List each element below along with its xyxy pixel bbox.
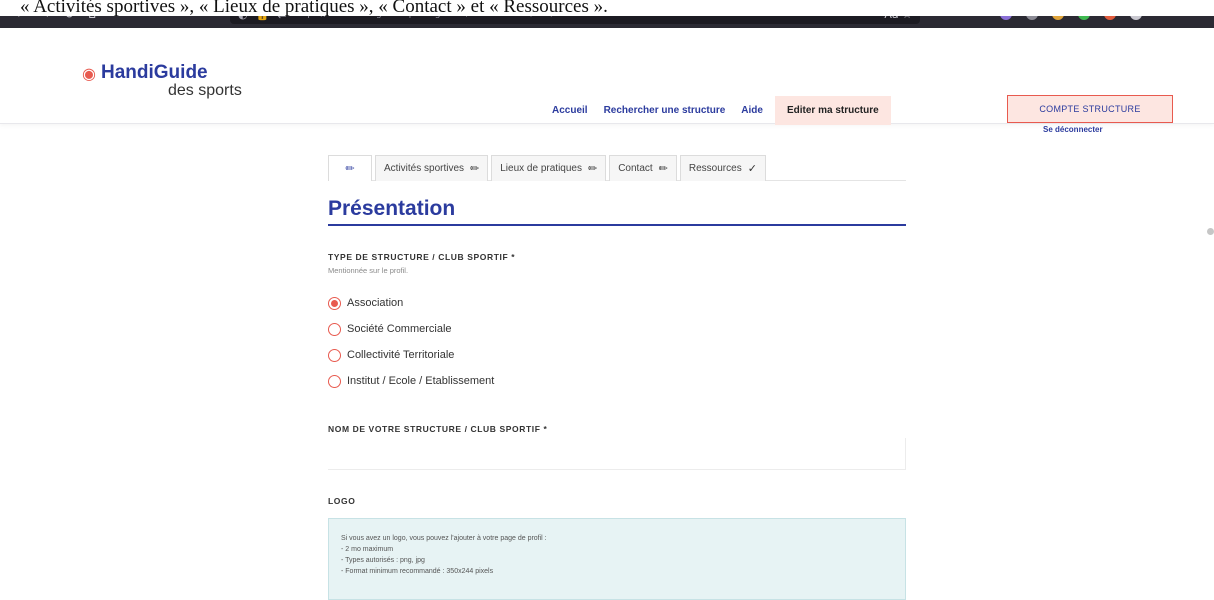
structure-name-label: NOM DE VOTRE STRUCTURE / CLUB SPORTIF * <box>328 424 548 434</box>
logo-info-line: - Format minimum recommandé : 350x244 pi… <box>341 568 494 575</box>
logo-info-line: - Types autorisés : png, jpg <box>341 557 425 564</box>
radio-option-association[interactable]: Association <box>328 290 494 316</box>
structure-type-radio-group: Association Société Commerciale Collecti… <box>328 290 494 394</box>
structure-type-help: Mentionnée sur le profil. <box>328 266 409 275</box>
radio-button[interactable] <box>328 348 341 362</box>
tab-label: Contact <box>618 163 653 174</box>
structure-name-input[interactable] <box>328 438 906 470</box>
tab-label: Ressources <box>688 163 742 174</box>
radio-button[interactable] <box>328 296 341 310</box>
logo-info-line: Si vous avez un logo, vous pouvez l'ajou… <box>341 535 547 542</box>
radio-label[interactable]: Société Commerciale <box>347 323 452 335</box>
pencil-icon: ✏ <box>658 162 668 175</box>
tab-contact[interactable]: Contact ✏ <box>609 155 677 181</box>
tab-ressources[interactable]: Ressources ✓ <box>679 155 766 181</box>
section-divider <box>328 224 906 226</box>
tab-label: Activités sportives <box>384 163 465 174</box>
radio-label[interactable]: Association <box>347 297 403 309</box>
check-icon: ✓ <box>747 162 757 175</box>
logo-title: HandiGuide <box>101 62 208 83</box>
nav-home-link[interactable]: Accueil <box>552 105 588 116</box>
radio-option-societe-commerciale[interactable]: Société Commerciale <box>328 316 494 342</box>
pencil-icon: ✏ <box>587 162 598 175</box>
tab-activites-sportives[interactable]: Activités sportives ✏ <box>375 155 489 181</box>
scroll-indicator[interactable] <box>1207 228 1214 235</box>
radio-selected-dot <box>331 299 338 307</box>
logo-subtitle: des sports <box>168 82 242 99</box>
radio-button[interactable] <box>328 374 341 388</box>
radio-label[interactable]: Collectivité Territoriale <box>347 349 454 361</box>
caption-text: « Activités sportives », « Lieux de prat… <box>0 0 1214 16</box>
logo-info-line: - 2 mo maximum <box>341 546 394 553</box>
pencil-icon: ✏ <box>345 162 355 175</box>
tab-lieux-de-pratiques[interactable]: Lieux de pratiques ✏ <box>491 155 607 181</box>
tab-label: Lieux de pratiques <box>500 163 582 174</box>
nav-search-link[interactable]: Rechercher une structure <box>604 105 726 116</box>
radio-option-institut[interactable]: Institut / Ecole / Etablissement <box>328 368 494 394</box>
logo-label: LOGO <box>328 496 356 506</box>
structure-type-label: TYPE DE STRUCTURE / CLUB SPORTIF * <box>328 252 516 262</box>
nav-edit-structure-link[interactable]: Editer ma structure <box>774 96 891 125</box>
logo-icon: ◉ <box>82 64 96 83</box>
form-tabs: ✏ Activités sportives ✏ Lieux de pratiqu… <box>328 155 906 181</box>
radio-label[interactable]: Institut / Ecole / Etablissement <box>347 375 494 387</box>
logout-link[interactable]: Se déconnecter <box>1043 125 1103 134</box>
pencil-icon: ✏ <box>470 162 480 175</box>
account-button[interactable]: COMPTE STRUCTURE <box>1007 95 1173 123</box>
logo-info-box: Si vous avez un logo, vous pouvez l'ajou… <box>328 518 906 600</box>
radio-option-collectivite-territoriale[interactable]: Collectivité Territoriale <box>328 342 494 368</box>
tab-presentation[interactable]: ✏ <box>328 155 372 181</box>
site-header: ◉ HandiGuide des sports Accueil Recherch… <box>0 28 1214 134</box>
radio-button[interactable] <box>328 322 341 336</box>
main-nav: Accueil Rechercher une structure Aide Ed… <box>552 96 891 125</box>
nav-help-link[interactable]: Aide <box>741 105 763 116</box>
section-title: Présentation <box>328 197 456 220</box>
